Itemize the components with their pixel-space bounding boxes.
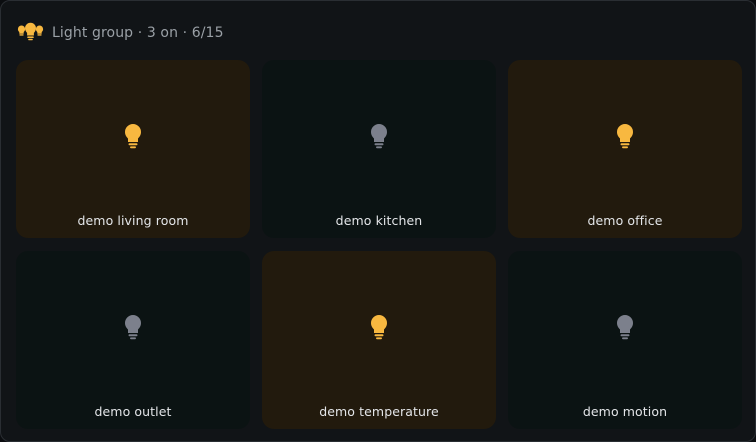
ratio-text: 6/15 — [191, 25, 224, 41]
light-tile-office[interactable]: demo office — [508, 60, 742, 238]
light-name: demo living room — [77, 213, 189, 228]
light-name: demo motion — [582, 404, 668, 419]
light-tile-motion[interactable]: demo motion — [508, 251, 742, 429]
light-tile-outlet[interactable]: demo outlet — [16, 251, 250, 429]
separator: · — [182, 25, 188, 41]
card-header: Light group · 3 on · 6/15 — [17, 21, 224, 45]
header-title-line: Light group · 3 on · 6/15 — [52, 25, 224, 41]
bulb-on-icon — [613, 122, 637, 150]
bulb-off-icon — [367, 122, 391, 150]
light-name: demo office — [587, 213, 663, 228]
light-tile-kitchen[interactable]: demo kitchen — [262, 60, 496, 238]
light-name: demo outlet — [94, 404, 172, 419]
bulb-off-icon — [121, 313, 145, 341]
bulb-off-icon — [613, 313, 637, 341]
light-tile-living-room[interactable]: demo living room — [16, 60, 250, 238]
multiple-bulbs-icon[interactable] — [17, 22, 44, 44]
light-name: demo kitchen — [335, 213, 423, 228]
light-tile-temperature[interactable]: demo temperature — [262, 251, 496, 429]
on-count: 3 on — [146, 25, 179, 41]
group-title: Light group — [52, 25, 134, 41]
light-name: demo temperature — [319, 404, 439, 419]
separator: · — [137, 25, 143, 41]
light-group-card: Light group · 3 on · 6/15 demo living ro… — [0, 0, 756, 442]
bulb-on-icon — [367, 313, 391, 341]
bulb-on-icon — [121, 122, 145, 150]
